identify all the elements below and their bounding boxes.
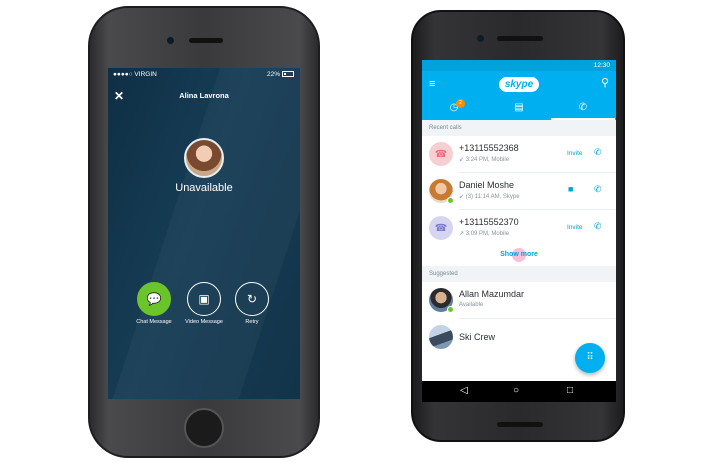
front-camera: [167, 37, 174, 44]
video-message-button[interactable]: ▣ Video Message: [179, 282, 229, 326]
call-detail: ↙ 3:24 PM, Mobile: [459, 157, 510, 163]
presence-available-icon: [447, 306, 454, 313]
ios-status-bar: ●●●●○ VIRGIN 22%: [108, 71, 300, 81]
recent-calls-header: Recent calls: [422, 120, 616, 136]
list-item[interactable]: ☎ +13115552368 ↙ 3:24 PM, Mobile Invite …: [422, 136, 616, 172]
group-avatar: [429, 325, 453, 349]
home-icon[interactable]: ○: [513, 385, 519, 396]
contact-name: Alina Lavrona: [179, 91, 229, 100]
app-bar: ≡ skype ⚲: [422, 71, 616, 98]
contact-status: Available: [459, 302, 484, 308]
home-button[interactable]: [184, 408, 224, 448]
menu-icon[interactable]: ≡: [429, 78, 435, 90]
invite-button[interactable]: Invite: [567, 150, 583, 157]
battery-indicator: 22%: [267, 71, 294, 78]
show-more-button[interactable]: Show more: [422, 246, 616, 266]
call-name: +13115552368: [459, 143, 519, 153]
list-item[interactable]: Daniel Moshe ↙ (3) 11:14 AM, Skype ■ ✆: [422, 173, 616, 209]
ios-call-screen: ●●●●○ VIRGIN 22% ✕ Alina Lavrona Unavail…: [108, 68, 300, 399]
android-nav-bar: ◁ ○ □: [422, 381, 616, 402]
unread-badge: 2: [456, 99, 465, 108]
earpiece-speaker: [497, 36, 543, 41]
retry-label: Retry: [245, 319, 259, 325]
recent-apps-icon[interactable]: □: [567, 385, 573, 396]
skype-logo: skype: [499, 77, 539, 92]
phone-avatar-icon: ☎: [429, 216, 453, 240]
list-item[interactable]: ☎ +13115552370 ↗ 3:09 PM, Mobile Invite …: [422, 210, 616, 246]
video-message-icon: ▣: [187, 282, 221, 316]
video-message-label: Video Message: [185, 319, 223, 325]
list-item[interactable]: Allan Mazumdar Available: [422, 282, 616, 318]
carrier-label: ●●●●○ VIRGIN: [113, 71, 157, 78]
call-status: Unavailable: [175, 182, 233, 194]
contact-name: Ski Crew: [459, 332, 496, 342]
tab-contacts[interactable]: ▤: [487, 98, 551, 120]
tab-calls[interactable]: ✆: [551, 98, 615, 120]
android-calls-screen: 12:30 ≡ skype ⚲ ◷ 2 ▤ ✆ Recent calls ☎ +…: [422, 60, 616, 402]
dialpad-button[interactable]: ⠿: [575, 343, 605, 373]
presence-available-icon: [447, 197, 454, 204]
front-camera: [477, 35, 484, 42]
chat-message-label: Chat Message: [136, 319, 172, 325]
phone-call-icon[interactable]: ✆: [594, 184, 602, 195]
video-call-icon[interactable]: ■: [568, 184, 573, 194]
bottom-speaker: [497, 422, 543, 427]
status-time: 12:30: [593, 62, 610, 69]
calls-icon: ✆: [578, 102, 588, 113]
suggested-header: Suggested: [422, 266, 616, 282]
earpiece-speaker: [189, 38, 223, 43]
back-icon[interactable]: ◁: [460, 385, 468, 396]
phone-avatar-icon: ☎: [429, 142, 453, 166]
iphone-device: ●●●●○ VIRGIN 22% ✕ Alina Lavrona Unavail…: [88, 6, 320, 458]
call-name: +13115552370: [459, 217, 519, 227]
phone-call-icon[interactable]: ✆: [594, 147, 602, 158]
call-detail: ↗ 3:09 PM, Mobile: [459, 231, 510, 237]
call-detail: ↙ (3) 11:14 AM, Skype: [459, 194, 520, 200]
retry-button[interactable]: ↻ Retry: [227, 282, 277, 326]
contacts-icon: ▤: [514, 102, 524, 113]
battery-icon: [282, 71, 294, 78]
invite-button[interactable]: Invite: [567, 224, 583, 231]
avatar: [184, 138, 224, 178]
android-status-bar: 12:30: [422, 60, 616, 71]
phone-call-icon[interactable]: ✆: [594, 221, 602, 232]
tab-recent[interactable]: ◷ 2: [422, 98, 486, 120]
call-name: Daniel Moshe: [459, 180, 515, 190]
contact-name: Allan Mazumdar: [459, 289, 525, 299]
tab-bar: ◷ 2 ▤ ✆: [422, 98, 616, 120]
android-device: 12:30 ≡ skype ⚲ ◷ 2 ▤ ✆ Recent calls ☎ +…: [411, 10, 625, 442]
chat-icon: 💬: [137, 282, 171, 316]
chat-message-button[interactable]: 💬 Chat Message: [129, 282, 179, 326]
search-icon[interactable]: ⚲: [601, 76, 609, 89]
call-actions: 💬 Chat Message ▣ Video Message ↻ Retry: [108, 282, 300, 352]
retry-icon: ↻: [235, 282, 269, 316]
